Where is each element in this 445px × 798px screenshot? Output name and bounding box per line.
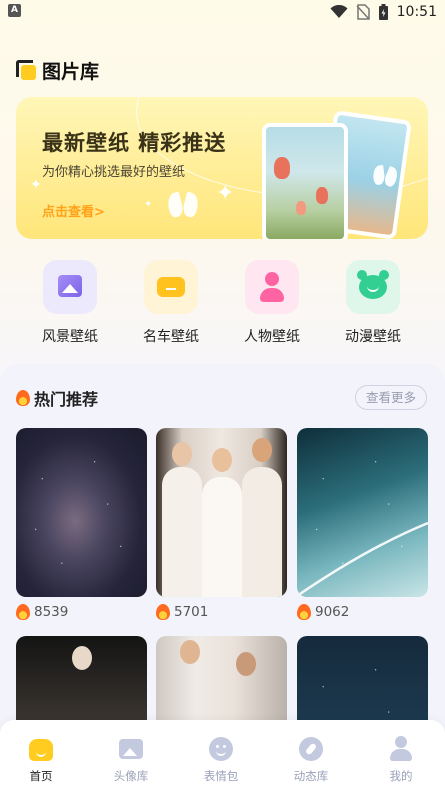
wallpaper-thumbnail[interactable]	[16, 428, 147, 597]
tulip-shape	[296, 201, 306, 215]
nav-me[interactable]: 我的	[371, 736, 431, 784]
fire-icon	[297, 604, 311, 620]
hot-count: 5701	[174, 604, 209, 620]
fire-icon	[16, 390, 30, 406]
banner-cta-link[interactable]: 点击查看>	[42, 201, 105, 220]
nav-label: 头像库	[113, 769, 149, 783]
nav-avatar-library[interactable]: 头像库	[101, 736, 161, 784]
nav-label: 我的	[389, 769, 413, 783]
category-label: 动漫壁纸	[345, 329, 401, 345]
category-person[interactable]: 人物壁纸	[232, 260, 312, 346]
emoji-icon	[208, 736, 234, 762]
sparkle-icon: ✦	[216, 181, 235, 206]
status-icons: 10:51	[330, 2, 437, 22]
category-car[interactable]: 名车壁纸	[131, 260, 211, 346]
nav-label: 动态库	[293, 769, 329, 783]
view-more-button[interactable]: 查看更多	[355, 385, 427, 410]
card-stats: 5701	[156, 604, 208, 620]
nav-emoji[interactable]: 表情包	[191, 736, 251, 784]
wallpaper-card[interactable]	[297, 428, 428, 597]
bottom-navigation: 首页 头像库 表情包 动态库 我的	[0, 720, 445, 798]
category-landscape[interactable]: 风景壁纸	[30, 260, 110, 346]
home-icon	[28, 736, 54, 762]
tulip-shape	[274, 157, 290, 179]
wallpaper-thumbnail[interactable]	[297, 428, 428, 597]
image-icon	[118, 736, 144, 762]
notification-icon: A	[8, 4, 21, 17]
anime-icon	[346, 260, 400, 314]
wallpaper-thumbnail[interactable]	[156, 428, 287, 597]
promo-banner[interactable]: 最新壁纸 精彩推送 为你精心挑选最好的壁纸 点击查看> ✦ ✦ ✦	[16, 97, 428, 239]
sparkle-icon: ✦	[30, 177, 42, 193]
category-label: 风景壁纸	[42, 329, 98, 345]
nav-home[interactable]: 首页	[11, 736, 71, 784]
banner-title: 最新壁纸 精彩推送	[42, 131, 227, 155]
hot-count: 8539	[34, 604, 69, 620]
clock: 10:51	[396, 4, 437, 20]
page-header: 图片库	[16, 58, 100, 83]
butterfly-icon	[168, 193, 198, 219]
no-sim-icon	[356, 4, 370, 20]
hot-count: 9062	[315, 604, 350, 620]
battery-icon	[378, 3, 388, 20]
app-logo-icon	[16, 60, 36, 80]
section-title: 热门推荐	[34, 390, 99, 409]
tulip-shape	[316, 187, 328, 204]
category-anime[interactable]: 动漫壁纸	[333, 260, 413, 346]
profile-icon	[388, 736, 414, 762]
section-header: 热门推荐	[16, 386, 98, 410]
card-stats: 9062	[297, 604, 349, 620]
fire-icon	[156, 604, 170, 620]
card-stats: 8539	[16, 604, 68, 620]
nav-dynamic-library[interactable]: 动态库	[281, 736, 341, 784]
fire-icon	[16, 604, 30, 620]
banner-photo-front	[262, 123, 348, 239]
wallpaper-card[interactable]	[16, 428, 147, 597]
banner-subtitle: 为你精心挑选最好的壁纸	[42, 165, 186, 180]
sparkle-icon: ✦	[144, 199, 153, 210]
car-icon	[144, 260, 198, 314]
nav-label: 首页	[29, 769, 53, 783]
status-bar: A 10:51	[0, 0, 445, 24]
wifi-icon	[330, 5, 348, 18]
landscape-icon	[43, 260, 97, 314]
nav-label: 表情包	[203, 769, 239, 783]
butterfly-icon	[372, 165, 399, 189]
compass-icon	[298, 736, 324, 762]
person-icon	[245, 260, 299, 314]
category-label: 名车壁纸	[143, 329, 199, 345]
page-title: 图片库	[42, 60, 100, 83]
wallpaper-card[interactable]	[156, 428, 287, 597]
category-label: 人物壁纸	[244, 329, 300, 345]
